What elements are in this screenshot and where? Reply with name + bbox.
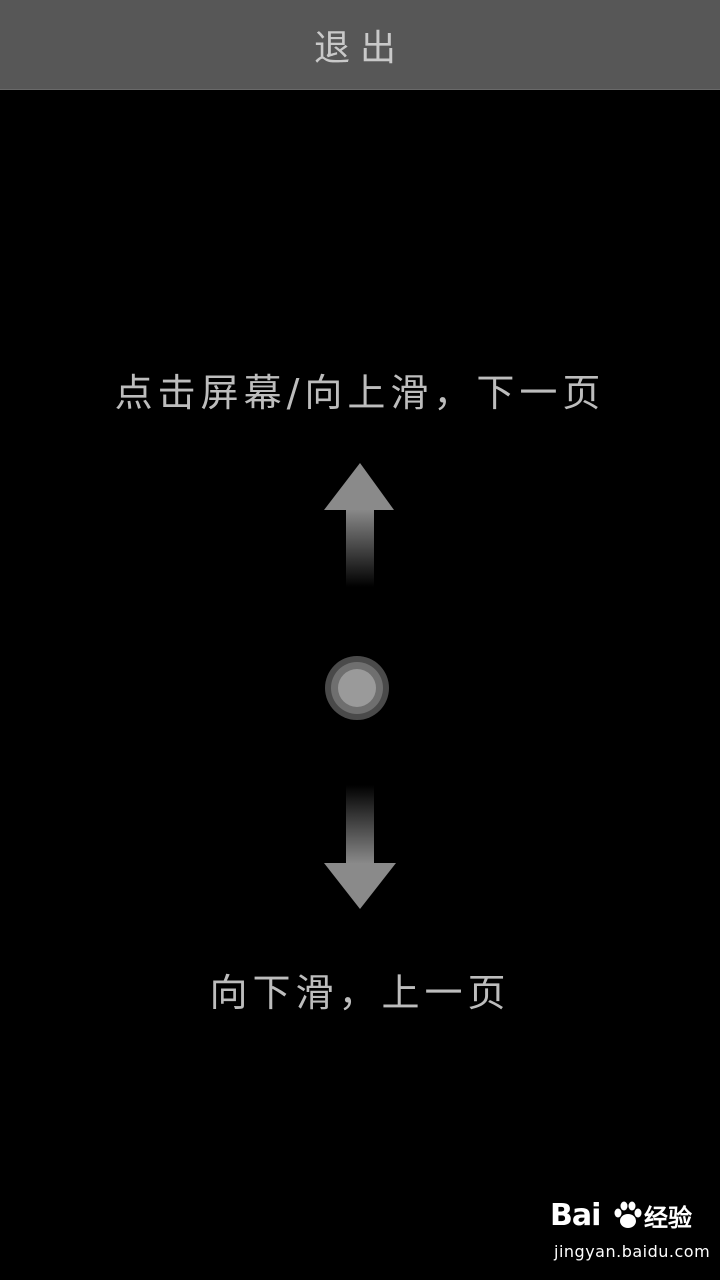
arrow-down-icon [324,785,396,909]
baidu-jingyan-watermark: Bai 经验 jingyan.baidu.com [550,1198,710,1268]
exit-button[interactable]: 退出 [0,0,720,89]
arrow-up-icon [324,463,394,587]
watermark-brand: 经验 [644,1204,692,1232]
watermark-logo-text: Bai [550,1198,601,1233]
watermark-url: jingyan.baidu.com [554,1242,711,1261]
touch-point-icon [325,656,389,720]
paw-icon [614,1201,642,1228]
top-bar: 退出 [0,0,720,90]
prev-page-hint: 向下滑，上一页 [209,971,511,1015]
next-page-hint: 点击屏幕/向上滑，下一页 [114,371,606,415]
